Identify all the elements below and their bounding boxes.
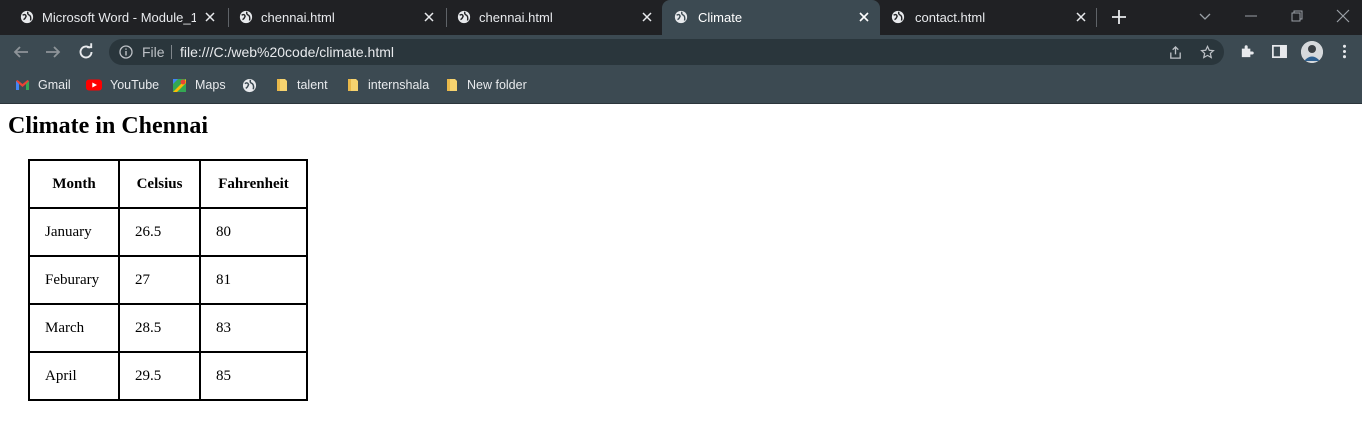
- bookmark-label: Maps: [195, 78, 226, 92]
- cell-month: January: [28, 207, 120, 257]
- profile-avatar[interactable]: [1301, 41, 1323, 63]
- bookmarks-bar: Gmail YouTube Maps talent internshala Ne…: [0, 68, 1362, 104]
- tab-search-chevron-icon[interactable]: [1197, 8, 1213, 24]
- url-text[interactable]: file:///C:/web%20code/climate.html: [180, 44, 394, 60]
- back-arrow-icon[interactable]: [12, 43, 30, 61]
- close-icon[interactable]: [423, 11, 435, 23]
- tab-title: chennai.html: [261, 10, 335, 25]
- table-header-row: Month Celsius Fahrenheit: [28, 159, 308, 209]
- column-header-month: Month: [28, 159, 120, 209]
- climate-table: Month Celsius Fahrenheit January 26.5 80…: [28, 159, 308, 401]
- globe-icon: [20, 10, 34, 24]
- browser-toolbar: File file:///C:/web%20code/climate.html: [0, 35, 1362, 68]
- close-icon[interactable]: [1075, 11, 1087, 23]
- minimize-icon[interactable]: [1243, 8, 1259, 24]
- gmail-icon: [16, 80, 29, 90]
- column-header-celsius: Celsius: [118, 159, 201, 209]
- bookmark-youtube[interactable]: YouTube: [86, 76, 159, 94]
- table-row: Feburary 27 81: [28, 255, 308, 305]
- bookmark-label: YouTube: [110, 78, 160, 92]
- tab-title: Climate: [698, 10, 743, 25]
- close-icon[interactable]: [204, 11, 216, 23]
- bookmark-globe[interactable]: [242, 76, 265, 94]
- tab-separator: [1096, 8, 1097, 27]
- folder-icon: [447, 79, 457, 91]
- avatar-icon: [1301, 41, 1323, 63]
- cell-month: April: [28, 351, 120, 401]
- tab-climate[interactable]: Climate: [662, 0, 880, 35]
- more-menu-icon[interactable]: [1336, 43, 1353, 60]
- share-icon[interactable]: [1168, 45, 1183, 60]
- bookmark-gmail[interactable]: Gmail: [15, 76, 71, 94]
- column-header-fahrenheit: Fahrenheit: [199, 159, 308, 209]
- cell-fahrenheit: 80: [199, 207, 308, 257]
- tab-title: contact.html: [915, 10, 986, 25]
- forward-arrow-icon[interactable]: [44, 43, 62, 61]
- globe-icon: [457, 10, 471, 24]
- folder-icon: [277, 79, 287, 91]
- extensions-puzzle-icon[interactable]: [1239, 43, 1256, 60]
- close-icon[interactable]: [858, 11, 870, 23]
- cell-celsius: 28.5: [118, 303, 201, 353]
- tab-title: Microsoft Word - Module_1_: [42, 10, 196, 25]
- folder-icon: [348, 79, 358, 91]
- bookmark-maps[interactable]: Maps: [172, 76, 226, 94]
- bookmark-folder-talent[interactable]: talent: [275, 76, 328, 94]
- globe-icon: [674, 10, 688, 24]
- tab-title: chennai.html: [479, 10, 553, 25]
- bookmark-label: talent: [297, 78, 328, 92]
- restore-icon[interactable]: [1289, 8, 1305, 24]
- bookmark-folder-new-folder[interactable]: New folder: [445, 76, 527, 94]
- tab-chennai-1[interactable]: chennai.html: [219, 0, 445, 35]
- globe-icon: [891, 10, 905, 24]
- cell-fahrenheit: 85: [199, 351, 308, 401]
- tab-contact[interactable]: contact.html: [871, 0, 1097, 35]
- cell-month: Feburary: [28, 255, 120, 305]
- address-divider: [171, 45, 172, 59]
- globe-icon: [239, 10, 253, 24]
- new-tab-icon[interactable]: [1111, 9, 1127, 25]
- tab-word-module[interactable]: Microsoft Word - Module_1_: [0, 0, 228, 35]
- cell-celsius: 27: [118, 255, 201, 305]
- youtube-icon: [86, 79, 102, 91]
- bookmark-star-icon[interactable]: [1200, 45, 1215, 60]
- maps-icon: [173, 78, 186, 92]
- table-row: April 29.5 85: [28, 351, 308, 401]
- bookmark-label: internshala: [368, 78, 430, 92]
- bookmark-label: Gmail: [38, 78, 71, 92]
- tab-chennai-2[interactable]: chennai.html: [437, 0, 663, 35]
- bookmark-label: New folder: [467, 78, 527, 92]
- tab-strip: Microsoft Word - Module_1_ chennai.html …: [0, 0, 1362, 35]
- scheme-label: File: [142, 44, 165, 60]
- cell-celsius: 26.5: [118, 207, 201, 257]
- table-row: January 26.5 80: [28, 207, 308, 257]
- cell-month: March: [28, 303, 120, 353]
- table-row: March 28.5 83: [28, 303, 308, 353]
- info-icon[interactable]: [119, 45, 133, 59]
- address-bar[interactable]: File file:///C:/web%20code/climate.html: [109, 39, 1224, 65]
- close-window-icon[interactable]: [1335, 8, 1351, 24]
- reload-icon[interactable]: [77, 43, 95, 61]
- close-icon[interactable]: [641, 11, 653, 23]
- cell-celsius: 29.5: [118, 351, 201, 401]
- page-title: Climate in Chennai: [8, 113, 209, 139]
- globe-icon: [242, 78, 257, 92]
- bookmark-folder-internshala[interactable]: internshala: [346, 76, 429, 94]
- cell-fahrenheit: 83: [199, 303, 308, 353]
- cell-fahrenheit: 81: [199, 255, 308, 305]
- side-panel-icon[interactable]: [1271, 43, 1288, 60]
